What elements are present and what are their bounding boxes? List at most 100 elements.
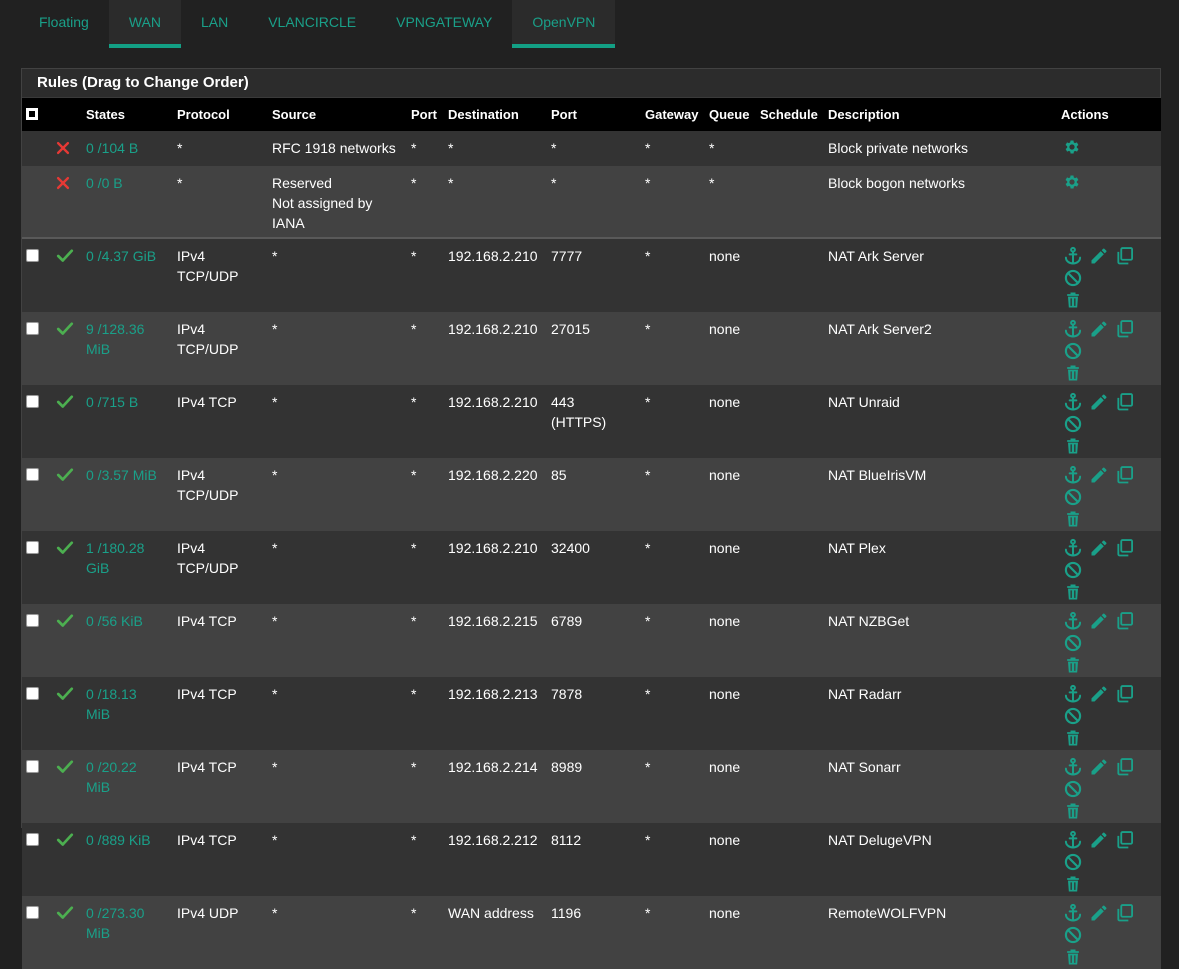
pencil-icon[interactable]	[1089, 246, 1112, 266]
rule-row[interactable]: 0 /20.22 MiB IPv4 TCP * * 192.168.2.214 8989 *…	[22, 750, 1161, 823]
tab-wan[interactable]: WAN	[108, 0, 181, 48]
states-cell[interactable]: 1 /180.28 GiB	[82, 531, 173, 604]
block-icon[interactable]	[56, 175, 70, 195]
select-cell[interactable]	[22, 531, 52, 604]
trash-icon[interactable]	[1063, 582, 1086, 602]
col-destination[interactable]: Destination	[444, 98, 547, 131]
pass-icon[interactable]	[56, 759, 74, 780]
col-states[interactable]: States	[82, 98, 173, 131]
copy-icon[interactable]	[1115, 392, 1138, 412]
pencil-icon[interactable]	[1089, 684, 1112, 704]
select-cell[interactable]	[22, 896, 52, 969]
pencil-icon[interactable]	[1089, 903, 1112, 923]
rule-type-cell[interactable]	[52, 385, 82, 458]
trash-icon[interactable]	[1063, 290, 1086, 310]
pass-icon[interactable]	[56, 321, 74, 342]
rule-type-cell[interactable]	[52, 131, 82, 166]
states-cell[interactable]: 0 /0 B	[82, 166, 173, 238]
row-checkbox[interactable]	[26, 687, 39, 700]
pencil-icon[interactable]	[1089, 319, 1112, 339]
rule-type-cell[interactable]	[52, 677, 82, 750]
tab-lan[interactable]: LAN	[181, 0, 248, 48]
states-cell[interactable]: 0 /104 B	[82, 131, 173, 166]
pass-icon[interactable]	[56, 832, 74, 853]
trash-icon[interactable]	[1063, 509, 1086, 529]
tab-floating[interactable]: Floating	[19, 0, 109, 48]
rule-type-cell[interactable]	[52, 604, 82, 677]
pass-icon[interactable]	[56, 686, 74, 707]
disable-icon[interactable]	[1063, 560, 1086, 580]
select-cell[interactable]	[22, 677, 52, 750]
rule-row[interactable]: 0 /3.57 MiB IPv4 TCP/UDP * * 192.168.2.220 85…	[22, 458, 1161, 531]
pass-icon[interactable]	[56, 248, 74, 269]
rule-type-cell[interactable]	[52, 237, 82, 312]
rule-row[interactable]: 1 /180.28 GiB IPv4 TCP/UDP * * 192.168.2.210…	[22, 531, 1161, 604]
col-source-port[interactable]: Port	[407, 98, 444, 131]
states-cell[interactable]: 0 /889 KiB	[82, 823, 173, 896]
disable-icon[interactable]	[1063, 633, 1086, 653]
states-cell[interactable]: 0 /3.57 MiB	[82, 458, 173, 531]
tab-vpngateway[interactable]: VPNGATEWAY	[376, 0, 512, 48]
rule-type-cell[interactable]	[52, 750, 82, 823]
trash-icon[interactable]	[1063, 947, 1086, 967]
rule-row[interactable]: 0 /0 B * Reserved Not assigned by IANA * * * *…	[22, 166, 1161, 238]
row-checkbox[interactable]	[26, 249, 39, 262]
row-checkbox[interactable]	[26, 395, 39, 408]
anchor-icon[interactable]	[1063, 830, 1086, 850]
col-description[interactable]: Description	[824, 98, 1057, 131]
anchor-icon[interactable]	[1063, 319, 1086, 339]
rule-type-cell[interactable]	[52, 823, 82, 896]
col-protocol[interactable]: Protocol	[173, 98, 268, 131]
rule-type-cell[interactable]	[52, 896, 82, 969]
copy-icon[interactable]	[1115, 684, 1138, 704]
trash-icon[interactable]	[1063, 874, 1086, 894]
row-checkbox[interactable]	[26, 760, 39, 773]
rule-row[interactable]: 0 /18.13 MiB IPv4 TCP * * 192.168.2.213 7878 *…	[22, 677, 1161, 750]
select-all-header[interactable]	[22, 98, 52, 131]
anchor-icon[interactable]	[1063, 684, 1086, 704]
pencil-icon[interactable]	[1089, 757, 1112, 777]
disable-icon[interactable]	[1063, 414, 1086, 434]
copy-icon[interactable]	[1115, 246, 1138, 266]
gear-icon[interactable]	[1063, 138, 1084, 156]
anchor-icon[interactable]	[1063, 246, 1086, 266]
states-cell[interactable]: 0 /715 B	[82, 385, 173, 458]
row-checkbox[interactable]	[26, 468, 39, 481]
disable-icon[interactable]	[1063, 487, 1086, 507]
row-checkbox[interactable]	[26, 906, 39, 919]
trash-icon[interactable]	[1063, 363, 1086, 383]
pass-icon[interactable]	[56, 394, 74, 415]
disable-icon[interactable]	[1063, 925, 1086, 945]
anchor-icon[interactable]	[1063, 538, 1086, 558]
copy-icon[interactable]	[1115, 319, 1138, 339]
gear-icon[interactable]	[1063, 173, 1084, 191]
rule-row[interactable]: 0 /715 B IPv4 TCP * * 192.168.2.210 443 (HTTP…	[22, 385, 1161, 458]
copy-icon[interactable]	[1115, 611, 1138, 631]
copy-icon[interactable]	[1115, 538, 1138, 558]
anchor-icon[interactable]	[1063, 392, 1086, 412]
col-queue[interactable]: Queue	[705, 98, 756, 131]
rule-row[interactable]: 0 /104 B * RFC 1918 networks * * * * * Block pri…	[22, 131, 1161, 166]
pencil-icon[interactable]	[1089, 830, 1112, 850]
col-gateway[interactable]: Gateway	[641, 98, 705, 131]
col-destination-port[interactable]: Port	[547, 98, 641, 131]
col-source[interactable]: Source	[268, 98, 407, 131]
pencil-icon[interactable]	[1089, 538, 1112, 558]
select-cell[interactable]	[22, 604, 52, 677]
states-cell[interactable]: 0 /4.37 GiB	[82, 237, 173, 312]
copy-icon[interactable]	[1115, 903, 1138, 923]
trash-icon[interactable]	[1063, 436, 1086, 456]
pass-icon[interactable]	[56, 613, 74, 634]
tab-openvpn[interactable]: OpenVPN	[512, 0, 616, 48]
select-cell[interactable]	[22, 750, 52, 823]
pencil-icon[interactable]	[1089, 611, 1112, 631]
select-cell[interactable]	[22, 312, 52, 385]
rule-row[interactable]: 0 /56 KiB IPv4 TCP * * 192.168.2.215 6789 * non…	[22, 604, 1161, 677]
pass-icon[interactable]	[56, 905, 74, 926]
rule-row[interactable]: 9 /128.36 MiB IPv4 TCP/UDP * * 192.168.2.210…	[22, 312, 1161, 385]
trash-icon[interactable]	[1063, 728, 1086, 748]
col-schedule[interactable]: Schedule	[756, 98, 824, 131]
states-cell[interactable]: 0 /20.22 MiB	[82, 750, 173, 823]
disable-icon[interactable]	[1063, 341, 1086, 361]
tab-vlancircle[interactable]: VLANCIRCLE	[248, 0, 376, 48]
